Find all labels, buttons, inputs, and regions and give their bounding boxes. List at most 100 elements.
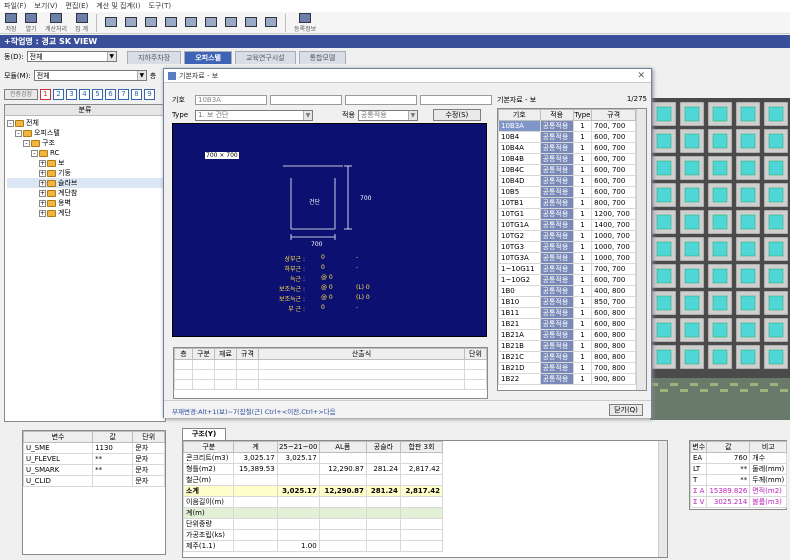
tree-node[interactable]: + 슬라브 <box>7 178 163 188</box>
collapse-icon[interactable]: - <box>7 119 14 127</box>
tree-node[interactable]: + 옹벽 <box>7 198 163 208</box>
expand-icon[interactable]: + <box>39 199 46 207</box>
expand-icon[interactable]: + <box>39 169 46 177</box>
toolbar-button[interactable] <box>142 13 160 33</box>
menu-item[interactable]: 파일(F) <box>4 1 26 11</box>
tree-node[interactable]: + 기둥 <box>7 168 163 178</box>
table-row[interactable]: U_FLEVEL ** 문자 <box>22 453 165 465</box>
table-row[interactable]: Σ V 3025.214 볼륨(m3) <box>689 496 788 508</box>
table-row[interactable]: 제주(1.1) 1.00 <box>183 540 444 552</box>
toolbar-button[interactable] <box>122 13 140 33</box>
toolbar-button[interactable]: 저장 <box>2 12 20 33</box>
list-item[interactable]: 10B4C 공통적용 1 600, 700 <box>498 164 636 176</box>
list-item[interactable]: 1~10G11 공통적용 1 700, 700 <box>498 263 636 275</box>
tab-structure[interactable]: 구조(Y) <box>182 428 226 440</box>
list-item[interactable]: 1B21A 공통적용 1 600, 800 <box>498 329 636 341</box>
table-row[interactable]: EA 760 개수 <box>689 452 788 464</box>
menu-item[interactable]: 도구(T) <box>148 1 171 11</box>
list-item[interactable]: 10B3A 공통적용 1 700, 700 <box>498 120 636 132</box>
collapse-icon[interactable]: - <box>31 149 38 157</box>
menu-item[interactable]: 보기(V) <box>34 1 57 11</box>
tree-level-button[interactable]: 5 <box>92 89 103 100</box>
list-item[interactable]: 10TG3 공통적용 1 1000, 700 <box>498 241 636 253</box>
table-row[interactable]: 철근(m) <box>183 474 444 486</box>
close-icon[interactable]: ✕ <box>637 71 645 81</box>
list-item[interactable]: 10TG3A 공통적용 1 1000, 700 <box>498 252 636 264</box>
table-row[interactable] <box>174 359 487 370</box>
toolbar-button[interactable]: 계산처리 <box>42 12 70 33</box>
list-item[interactable]: 10TG1A 공통적용 1 1400, 700 <box>498 219 636 231</box>
tree-node[interactable]: - 구조 <box>7 138 163 148</box>
table-row[interactable]: T ** 두께(mm) <box>689 474 788 486</box>
tree-node[interactable]: + 계단 <box>7 208 163 218</box>
table-row[interactable] <box>174 379 487 390</box>
table-row[interactable]: LT ** 둘레(mm) <box>689 463 788 475</box>
3d-viewport[interactable] <box>650 98 790 420</box>
tree-node[interactable]: + 계단참 <box>7 188 163 198</box>
list-item[interactable]: 1~10G2 공통적용 1 600, 700 <box>498 274 636 286</box>
table-row[interactable]: 가공조립(ks) <box>183 529 444 541</box>
table-row[interactable]: 콘크리트(m3) 3,025.17 3,025.17 <box>183 452 444 464</box>
tree-level-button[interactable]: 4 <box>79 89 90 100</box>
list-scrollbar[interactable] <box>636 109 646 390</box>
list-item[interactable]: 10TG1 공통적용 1 1200, 700 <box>498 208 636 220</box>
code-input[interactable]: 10B3A <box>195 95 267 105</box>
toolbar-button[interactable] <box>202 13 220 33</box>
expand-icon[interactable]: + <box>39 159 46 167</box>
tree-level-button[interactable]: 1 <box>40 89 51 100</box>
list-item[interactable]: 10B4 공통적용 1 600, 700 <box>498 131 636 143</box>
table-row[interactable]: U_SME 1130 문자 <box>22 442 165 454</box>
menu-item[interactable]: 계산 및 집계(I) <box>96 1 140 11</box>
collapse-icon[interactable]: - <box>15 129 22 137</box>
list-item[interactable]: 10B4D 공통적용 1 600, 700 <box>498 175 636 187</box>
type-select[interactable]: 1. 보 건단 ▼ <box>195 109 313 121</box>
module-select[interactable]: 전체 ▼ <box>33 70 147 81</box>
list-item[interactable]: 10B4B 공통적용 1 600, 700 <box>498 153 636 165</box>
expand-icon[interactable]: + <box>39 179 46 187</box>
toolbar-button[interactable]: 집 계 <box>72 12 91 33</box>
list-item[interactable]: 10TG2 공통적용 1 1000, 700 <box>498 230 636 242</box>
tree-node[interactable]: - 오피스텔 <box>7 128 163 138</box>
apply-select[interactable]: 공통적용 ▼ <box>357 109 418 121</box>
tree-node[interactable]: + 보 <box>7 158 163 168</box>
dong-select[interactable]: 전체 ▼ <box>26 51 117 62</box>
list-item[interactable]: 1B21 공통적용 1 600, 800 <box>498 318 636 330</box>
expand-icon[interactable]: + <box>39 189 46 197</box>
tree-node[interactable]: - RC <box>7 148 163 158</box>
list-item[interactable]: 10TB1 공통적용 1 800, 700 <box>498 197 636 209</box>
main-tab[interactable]: 교육연구시설 <box>234 51 296 64</box>
main-tab[interactable]: 통합모델 <box>298 51 347 64</box>
table-row[interactable]: 계(m) <box>183 507 444 519</box>
list-item[interactable]: 10B5 공통적용 1 600, 700 <box>498 186 636 198</box>
tree-level-button[interactable]: 9 <box>144 89 155 100</box>
code-input-2[interactable] <box>270 95 342 105</box>
list-item[interactable]: 1B0 공통적용 1 400, 800 <box>498 285 636 297</box>
tree-level-button[interactable]: 8 <box>131 89 142 100</box>
toolbar-button[interactable]: 등록정보 <box>291 12 319 33</box>
table-row[interactable]: 이음길이(m) <box>183 496 444 508</box>
building-model[interactable] <box>650 98 790 420</box>
list-item[interactable]: 1B10 공통적용 1 850, 700 <box>498 296 636 308</box>
modify-button[interactable]: 수정(S) <box>432 109 481 121</box>
close-button[interactable]: 닫기(Q) <box>609 404 643 416</box>
list-item[interactable]: 1B21B 공통적용 1 800, 800 <box>498 340 636 352</box>
summary-scrollbar[interactable] <box>658 441 667 557</box>
list-item[interactable]: 1B21D 공통적용 1 700, 800 <box>498 362 636 374</box>
toolbar-button[interactable] <box>262 13 280 33</box>
tree-check-button[interactable]: 전층검정 <box>4 89 38 100</box>
list-item[interactable]: 10B4A 공통적용 1 600, 700 <box>498 142 636 154</box>
toolbar-button[interactable] <box>182 13 200 33</box>
tree-level-button[interactable]: 3 <box>66 89 77 100</box>
main-tab[interactable]: 지하주차장 <box>127 51 182 64</box>
table-row[interactable]: U_CLID 문자 <box>22 475 165 487</box>
tree-level-button[interactable]: 2 <box>53 89 64 100</box>
table-row[interactable]: U_SMARK ** 문자 <box>22 464 165 476</box>
code-input-3[interactable] <box>345 95 417 105</box>
expand-icon[interactable]: + <box>39 209 46 217</box>
toolbar-button[interactable] <box>102 13 120 33</box>
toolbar-button[interactable]: 열기 <box>22 12 40 33</box>
collapse-icon[interactable]: - <box>23 139 30 147</box>
table-row[interactable]: Σ A 15389.826 면적(m2) <box>689 485 788 497</box>
table-row[interactable]: 형틀(m2) 15,389.53 12,290.87 281.24 2,817.42 <box>183 463 444 475</box>
tree-level-button[interactable]: 6 <box>105 89 116 100</box>
